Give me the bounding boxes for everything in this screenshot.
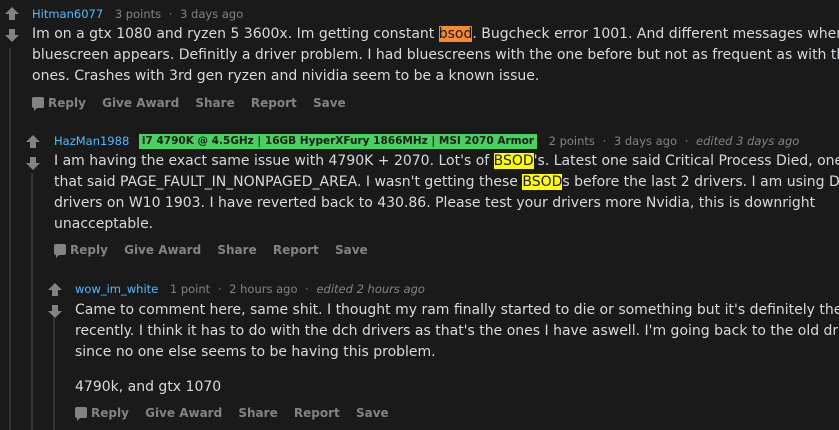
- reply-button[interactable]: Reply: [75, 406, 129, 421]
- give-award-button[interactable]: Give Award: [124, 243, 201, 257]
- comment-line: since no one else seems to be having thi…: [75, 344, 436, 360]
- comment-actions: Reply Give Award Share Report Save: [32, 95, 358, 111]
- user-flair: i7 4790K @ 4.5GHz | 16GB HyperXFury 1866…: [138, 134, 537, 149]
- comment-meta: HazMan1988 i7 4790K @ 4.5GHz | 16GB Hype…: [54, 134, 800, 149]
- comment-line: 4790k, and gtx 1070: [75, 379, 222, 395]
- save-button[interactable]: Save: [335, 243, 368, 257]
- reply-button[interactable]: Reply: [32, 96, 86, 111]
- downvote-arrow-icon[interactable]: [3, 27, 21, 43]
- comment-line: that said PAGE_FAULT_IN_NONPAGED_AREA. I…: [54, 174, 839, 190]
- report-button[interactable]: Report: [251, 96, 297, 110]
- comment-line: recently. I think it has to do with the …: [75, 323, 839, 339]
- comment-line: Im on a gtx 1080 and ryzen 5 3600x. Im g…: [32, 26, 839, 42]
- vote-controls: [46, 282, 66, 319]
- comment-line: ones. Crashes with 3rd gen ryzen and niv…: [32, 68, 540, 84]
- upvote-arrow-icon[interactable]: [24, 134, 42, 150]
- give-award-button[interactable]: Give Award: [102, 96, 179, 110]
- comment-points: 1 point: [169, 282, 211, 296]
- comment-actions: Reply Give Award Share Report Save: [54, 242, 380, 258]
- speech-bubble-icon: [75, 407, 87, 421]
- comment-time[interactable]: 3 days ago: [614, 134, 677, 148]
- save-button[interactable]: Save: [313, 96, 346, 110]
- speech-bubble-icon: [32, 97, 44, 111]
- save-button[interactable]: Save: [356, 406, 389, 420]
- comment-meta: wow_im_white 1 point · 2 hours ago · edi…: [75, 282, 425, 296]
- comment-body: Im on a gtx 1080 and ryzen 5 3600x. Im g…: [32, 24, 839, 87]
- share-button[interactable]: Share: [195, 96, 234, 110]
- comment-line: Came to comment here, same shit. I thoug…: [75, 302, 839, 318]
- comment-thread: Hitman6077 3 points · 3 days ago Im on a…: [0, 0, 839, 430]
- comment-line: bluescreen appears. Definitly a driver p…: [32, 47, 839, 63]
- search-highlight: BSOD: [493, 153, 534, 169]
- comment-time[interactable]: 2 hours ago: [229, 282, 297, 296]
- report-button[interactable]: Report: [294, 406, 340, 420]
- comment-author[interactable]: HazMan1988: [54, 134, 129, 148]
- comment-meta: Hitman6077 3 points · 3 days ago: [32, 7, 244, 21]
- comment-line: [75, 363, 839, 377]
- comment-time[interactable]: 3 days ago: [180, 7, 243, 21]
- thread-line[interactable]: [31, 173, 33, 430]
- comment-author[interactable]: Hitman6077: [32, 7, 103, 21]
- comment-body: Came to comment here, same shit. I thoug…: [75, 300, 839, 398]
- comment-author[interactable]: wow_im_white: [75, 282, 158, 296]
- downvote-arrow-icon[interactable]: [46, 303, 64, 319]
- comment-body: I am having the exact same issue with 47…: [54, 151, 839, 235]
- share-button[interactable]: Share: [238, 406, 277, 420]
- upvote-arrow-icon[interactable]: [3, 6, 21, 22]
- comment-actions: Reply Give Award Share Report Save: [75, 405, 401, 421]
- thread-line[interactable]: [53, 318, 55, 430]
- reply-button[interactable]: Reply: [54, 243, 108, 258]
- comment-line: unacceptable.: [54, 216, 154, 232]
- comment-points: 3 points: [114, 7, 162, 21]
- speech-bubble-icon: [54, 244, 66, 258]
- comment-line: I am having the exact same issue with 47…: [54, 153, 839, 169]
- give-award-button[interactable]: Give Award: [145, 406, 222, 420]
- comment-edited: edited 2 hours ago: [316, 282, 425, 296]
- comment-points: 2 points: [548, 134, 595, 148]
- vote-controls: [24, 134, 44, 171]
- report-button[interactable]: Report: [273, 243, 319, 257]
- downvote-arrow-icon[interactable]: [24, 155, 42, 171]
- thread-line[interactable]: [9, 48, 11, 430]
- search-highlight: BSOD: [522, 174, 563, 190]
- search-highlight: bsod: [438, 26, 473, 42]
- comment-edited: edited 3 days ago: [696, 134, 800, 148]
- upvote-arrow-icon[interactable]: [46, 282, 64, 298]
- share-button[interactable]: Share: [217, 243, 256, 257]
- comment-line: drivers on W10 1903. I have reverted bac…: [54, 195, 816, 211]
- vote-controls: [3, 6, 23, 43]
